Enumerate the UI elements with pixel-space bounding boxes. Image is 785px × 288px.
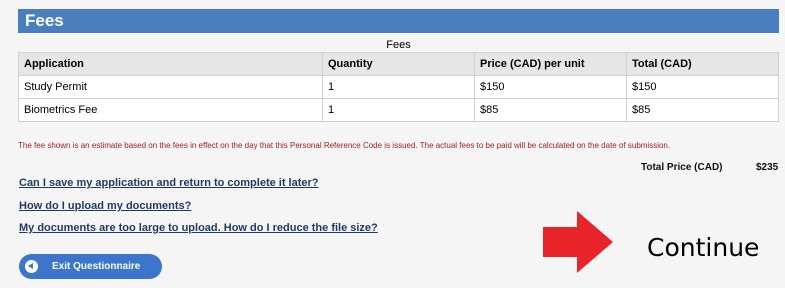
fees-table-caption: Fees	[386, 39, 411, 51]
arrow-right-icon	[543, 211, 613, 273]
help-link-save-application[interactable]: Can I save my application and return to …	[19, 177, 319, 189]
exit-questionnaire-button[interactable]: Exit Questionnaire	[19, 254, 162, 279]
cell-total: $85	[626, 98, 779, 122]
cell-price: $85	[474, 98, 627, 122]
help-link-reduce-file-size[interactable]: My documents are too large to upload. Ho…	[19, 222, 378, 234]
cell-application: Study Permit	[18, 75, 323, 99]
table-header-row: Application Quantity Price (CAD) per uni…	[18, 52, 779, 76]
column-header-total: Total (CAD)	[626, 52, 779, 76]
cell-quantity: 1	[322, 98, 475, 122]
fees-section-header: Fees	[18, 9, 779, 33]
table-row: Study Permit 1 $150 $150	[18, 75, 779, 99]
column-header-application: Application	[18, 52, 323, 76]
column-header-price-per-unit: Price (CAD) per unit	[474, 52, 627, 76]
fee-disclaimer: The fee shown is an estimate based on th…	[18, 141, 671, 150]
total-price-label: Total Price (CAD)	[641, 162, 723, 173]
cell-application: Biometrics Fee	[18, 98, 323, 122]
cell-quantity: 1	[322, 75, 475, 99]
continue-button[interactable]: Continue	[647, 233, 759, 262]
column-header-quantity: Quantity	[322, 52, 475, 76]
cell-total: $150	[626, 75, 779, 99]
table-row: Biometrics Fee 1 $85 $85	[18, 98, 779, 122]
arrow-left-circle-icon	[25, 260, 38, 273]
exit-questionnaire-label: Exit Questionnaire	[52, 261, 141, 272]
total-price-value: $235	[756, 162, 779, 173]
fees-table: Application Quantity Price (CAD) per uni…	[18, 52, 779, 122]
help-link-upload-documents[interactable]: How do I upload my documents?	[19, 200, 191, 212]
cell-price: $150	[474, 75, 627, 99]
